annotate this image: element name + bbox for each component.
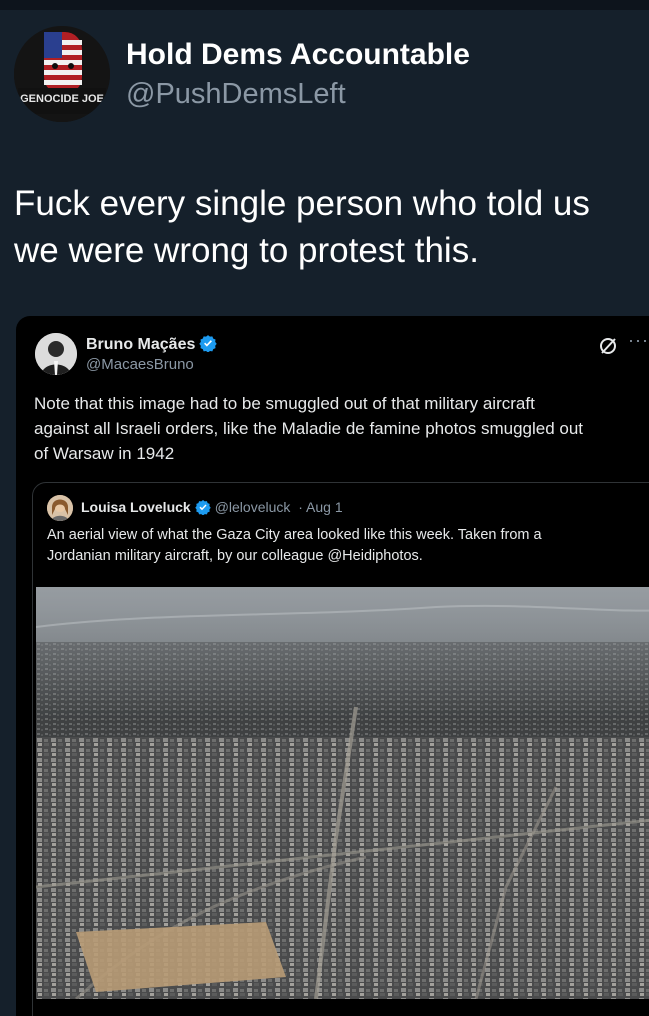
more-options-icon[interactable]: ···	[628, 330, 649, 351]
quoted-author-avatar[interactable]	[35, 333, 77, 375]
quoted-author-name-row[interactable]: Bruno Maçães	[86, 334, 218, 357]
quoted-author-handle[interactable]: @MacaesBruno	[86, 356, 194, 373]
quoted-author-name[interactable]: Bruno Maçães	[86, 336, 195, 353]
aerial-city-image	[36, 587, 649, 999]
nested-author-handle[interactable]: @leloveluck	[215, 499, 291, 515]
aerial-photo[interactable]	[36, 587, 649, 999]
quoted-post-card[interactable]: Bruno Maçães @MacaesBruno ··· Note that …	[16, 316, 649, 1016]
nested-post-text: An aerial view of what the Gaza City are…	[47, 527, 542, 564]
author-avatar[interactable]: GENOCIDE JOE	[14, 26, 110, 122]
author-handle[interactable]: @PushDemsLeft	[126, 78, 346, 111]
nested-author-name[interactable]: Louisa Loveluck	[81, 499, 191, 515]
verified-badge-icon	[199, 334, 218, 357]
quoted-post-text: Note that this image had to be smuggled …	[34, 394, 584, 463]
author-name[interactable]: Hold Dems Accountable	[126, 38, 470, 72]
top-status-strip	[0, 0, 649, 10]
post-text: Fuck every single person who told us we …	[14, 184, 590, 270]
verified-badge-icon	[194, 499, 211, 518]
grok-icon[interactable]	[598, 336, 618, 361]
person-avatar-image	[47, 495, 73, 521]
nested-post-header: Louisa Loveluck @leloveluck · Aug 1	[81, 499, 343, 518]
avatar-caption-text: GENOCIDE JOE	[20, 93, 104, 105]
flag-face-avatar-image: GENOCIDE JOE	[14, 26, 110, 122]
nested-post-date[interactable]: · Aug 1	[298, 499, 342, 515]
person-avatar-image	[35, 333, 77, 375]
nested-quoted-post-card[interactable]: Louisa Loveluck @leloveluck · Aug 1 An ae…	[32, 482, 649, 1016]
nested-author-avatar[interactable]	[47, 495, 73, 521]
